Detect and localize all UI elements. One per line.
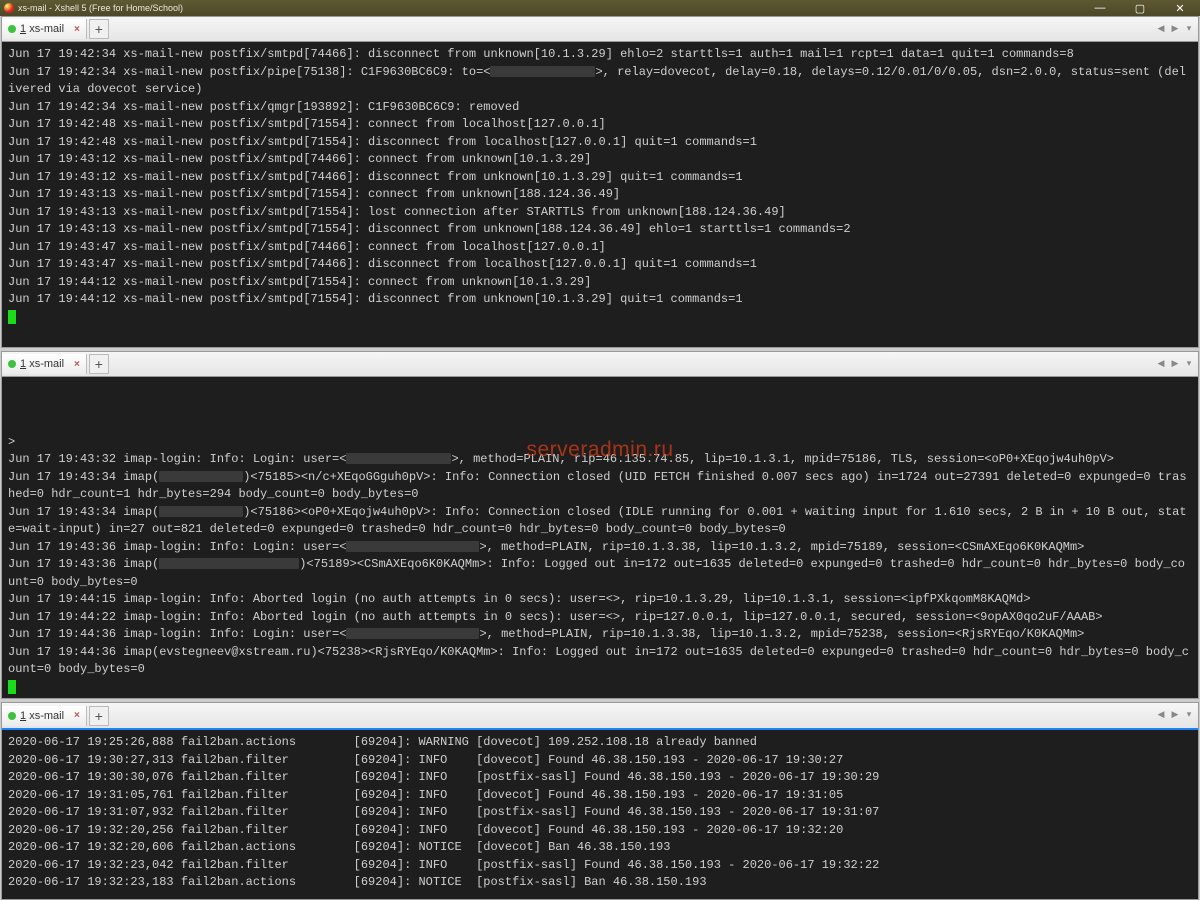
tab-close-button[interactable]: × [74, 24, 80, 35]
log-line: Jun 17 19:44:36 imap-login: Info: Login:… [8, 626, 1192, 644]
redacted-text [346, 628, 479, 639]
log-line: Jun 17 19:43:47 xs-mail-new postfix/smtp… [8, 256, 1192, 274]
log-line: Jun 17 19:44:22 imap-login: Info: Aborte… [8, 609, 1192, 627]
tab-index: 1 [20, 23, 26, 35]
tabbar-pane3: 1 xs-mail × + ◀ ▶ ▾ [2, 703, 1198, 730]
window-minimize-button[interactable]: — [1080, 0, 1120, 16]
log-line: Jun 17 19:42:34 xs-mail-new postfix/smtp… [8, 46, 1192, 64]
log-line: Jun 17 19:43:13 xs-mail-new postfix/smtp… [8, 186, 1192, 204]
log-line: Jun 17 19:43:36 imap( )<75189><CSmAXEqo6… [8, 556, 1192, 591]
log-line: Jun 17 19:44:36 imap(evstegneev@xstream.… [8, 644, 1192, 679]
log-line: Jun 17 19:44:12 xs-mail-new postfix/smtp… [8, 291, 1192, 309]
app-icon [4, 3, 14, 13]
tabbar-pane1: 1 xs-mail × + ◀ ▶ ▾ [2, 17, 1198, 42]
tab-label: xs-mail [29, 710, 64, 722]
redacted-text [346, 541, 479, 552]
tab-close-button[interactable]: × [74, 359, 80, 370]
log-line: > [8, 434, 1192, 452]
terminal-cursor [8, 310, 16, 324]
log-line: 2020-06-17 19:31:05,761 fail2ban.filter … [8, 787, 1192, 805]
tab-index: 1 [20, 710, 26, 722]
tab-menu-icon[interactable]: ▾ [1182, 19, 1196, 37]
log-line: Jun 17 19:43:34 imap( )<75185><n/c+XEqoG… [8, 469, 1192, 504]
log-line: Jun 17 19:42:48 xs-mail-new postfix/smtp… [8, 134, 1192, 152]
tabbar-pane2: 1 xs-mail × + ◀ ▶ ▾ [2, 352, 1198, 377]
window-title: xs-mail - Xshell 5 (Free for Home/School… [18, 3, 183, 13]
tab-scroll-left-icon[interactable]: ◀ [1154, 354, 1168, 372]
new-tab-button[interactable]: + [89, 19, 109, 39]
tab-xs-mail[interactable]: 1 xs-mail × [2, 706, 87, 726]
log-line: Jun 17 19:43:13 xs-mail-new postfix/smtp… [8, 204, 1192, 222]
log-line: Jun 17 19:43:34 imap( )<75186><oP0+XEqoj… [8, 504, 1192, 539]
log-line: 2020-06-17 19:30:27,313 fail2ban.filter … [8, 752, 1192, 770]
redacted-text [159, 471, 243, 482]
tab-scroll-left-icon[interactable]: ◀ [1154, 705, 1168, 723]
log-line: Jun 17 19:42:34 xs-mail-new postfix/pipe… [8, 64, 1192, 99]
tab-xs-mail[interactable]: 1 xs-mail × [2, 19, 87, 39]
log-line: Jun 17 19:43:13 xs-mail-new postfix/smtp… [8, 221, 1192, 239]
log-line: 2020-06-17 19:31:07,932 fail2ban.filter … [8, 804, 1192, 822]
log-line: 2020-06-17 19:32:23,183 fail2ban.actions… [8, 874, 1192, 892]
terminal-dovecot[interactable]: serveradmin.ru >Jun 17 19:43:32 imap-log… [2, 377, 1198, 698]
tab-scroll-left-icon[interactable]: ◀ [1154, 19, 1168, 37]
log-line: 2020-06-17 19:32:23,042 fail2ban.filter … [8, 857, 1192, 875]
log-line: 2020-06-17 19:32:20,606 fail2ban.actions… [8, 839, 1192, 857]
terminal-cursor [8, 680, 16, 694]
pane-postfix: 1 xs-mail × + ◀ ▶ ▾ Jun 17 19:42:34 xs-m… [1, 16, 1199, 348]
redacted-text [159, 506, 243, 517]
log-line: Jun 17 19:43:12 xs-mail-new postfix/smtp… [8, 169, 1192, 187]
tab-menu-icon[interactable]: ▾ [1182, 705, 1196, 723]
connection-status-icon [8, 712, 16, 720]
pane-dovecot: 1 xs-mail × + ◀ ▶ ▾ serveradmin.ru >Jun … [1, 351, 1199, 699]
tab-label: xs-mail [29, 23, 64, 35]
log-line: 2020-06-17 19:25:26,888 fail2ban.actions… [8, 734, 1192, 752]
log-line: Jun 17 19:43:47 xs-mail-new postfix/smtp… [8, 239, 1192, 257]
log-line: Jun 17 19:43:36 imap-login: Info: Login:… [8, 539, 1192, 557]
log-line: Jun 17 19:42:48 xs-mail-new postfix/smtp… [8, 116, 1192, 134]
tab-close-button[interactable]: × [74, 710, 80, 721]
connection-status-icon [8, 25, 16, 33]
tab-menu-icon[interactable]: ▾ [1182, 354, 1196, 372]
log-line: 2020-06-17 19:30:30,076 fail2ban.filter … [8, 769, 1192, 787]
redacted-text [490, 66, 595, 77]
window-maximize-button[interactable]: ▢ [1120, 0, 1160, 16]
log-line: Jun 17 19:43:32 imap-login: Info: Login:… [8, 451, 1192, 469]
new-tab-button[interactable]: + [89, 354, 109, 374]
new-tab-button[interactable]: + [89, 706, 109, 726]
tab-scroll-right-icon[interactable]: ▶ [1168, 705, 1182, 723]
redacted-text [159, 558, 299, 569]
window-titlebar: xs-mail - Xshell 5 (Free for Home/School… [0, 0, 1200, 16]
pane-fail2ban: 1 xs-mail × + ◀ ▶ ▾ 2020-06-17 19:25:26,… [1, 702, 1199, 900]
window-close-button[interactable]: ✕ [1160, 0, 1200, 16]
log-line: Jun 17 19:44:12 xs-mail-new postfix/smtp… [8, 274, 1192, 292]
redacted-text [346, 453, 451, 464]
tab-scroll-right-icon[interactable]: ▶ [1168, 19, 1182, 37]
log-line: Jun 17 19:42:34 xs-mail-new postfix/qmgr… [8, 99, 1192, 117]
tab-scroll-right-icon[interactable]: ▶ [1168, 354, 1182, 372]
log-line: Jun 17 19:43:12 xs-mail-new postfix/smtp… [8, 151, 1192, 169]
tab-xs-mail[interactable]: 1 xs-mail × [2, 354, 87, 374]
log-line: Jun 17 19:44:15 imap-login: Info: Aborte… [8, 591, 1192, 609]
terminal-postfix[interactable]: Jun 17 19:42:34 xs-mail-new postfix/smtp… [2, 42, 1198, 347]
connection-status-icon [8, 360, 16, 368]
log-line: 2020-06-17 19:32:20,256 fail2ban.filter … [8, 822, 1192, 840]
tab-label: xs-mail [29, 358, 64, 370]
terminal-fail2ban[interactable]: 2020-06-17 19:25:26,888 fail2ban.actions… [2, 730, 1198, 899]
tab-index: 1 [20, 358, 26, 370]
